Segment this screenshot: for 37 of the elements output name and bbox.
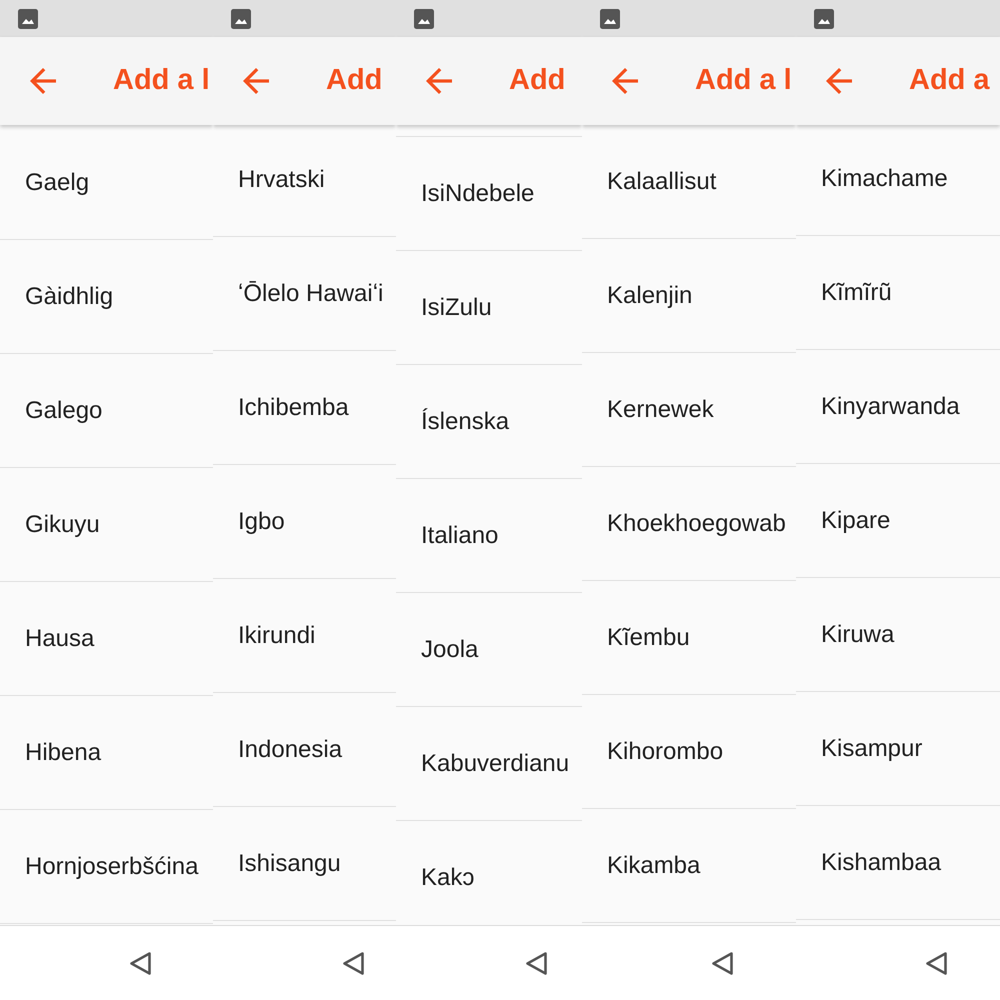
screen-title: Add <box>509 63 566 98</box>
back-button[interactable] <box>612 68 638 94</box>
image-icon <box>600 8 620 28</box>
left-triangle-icon <box>130 952 151 974</box>
back-button[interactable] <box>243 68 269 94</box>
back-button[interactable] <box>826 68 852 94</box>
left-triangle-icon <box>926 952 947 974</box>
image-icon <box>231 8 251 28</box>
left-triangle-icon <box>526 952 547 974</box>
left-arrow-icon <box>826 68 852 94</box>
screen-title: Add <box>326 63 382 98</box>
back-button[interactable] <box>30 68 56 94</box>
list-item[interactable]: Kiruwa <box>796 578 1000 692</box>
left-arrow-icon <box>30 68 56 94</box>
nav-back-button[interactable] <box>712 952 733 974</box>
image-icon <box>18 8 38 28</box>
back-button[interactable] <box>426 68 452 94</box>
left-arrow-icon <box>243 68 269 94</box>
image-icon <box>814 8 834 28</box>
list-item[interactable]: Kimachame <box>796 125 1000 236</box>
screen-title: Add a <box>909 63 990 98</box>
list-item[interactable]: Kĩmĩrũ <box>796 236 1000 350</box>
image-icon <box>414 8 434 28</box>
left-arrow-icon <box>612 68 638 94</box>
nav-back-button[interactable] <box>926 952 947 974</box>
left-triangle-icon <box>343 952 364 974</box>
nav-back-button[interactable] <box>130 952 151 974</box>
list-item[interactable]: Kisampur <box>796 692 1000 806</box>
left-arrow-icon <box>426 68 452 94</box>
nav-back-button[interactable] <box>343 952 364 974</box>
list-item[interactable]: Kishambaa <box>796 806 1000 920</box>
list-item[interactable]: Kinyarwanda <box>796 350 1000 464</box>
left-triangle-icon <box>712 952 733 974</box>
screen-title: Add a l <box>113 63 210 98</box>
nav-back-button[interactable] <box>526 952 547 974</box>
screen-title: Add a l <box>695 63 792 98</box>
list-item[interactable]: Kipare <box>796 464 1000 578</box>
